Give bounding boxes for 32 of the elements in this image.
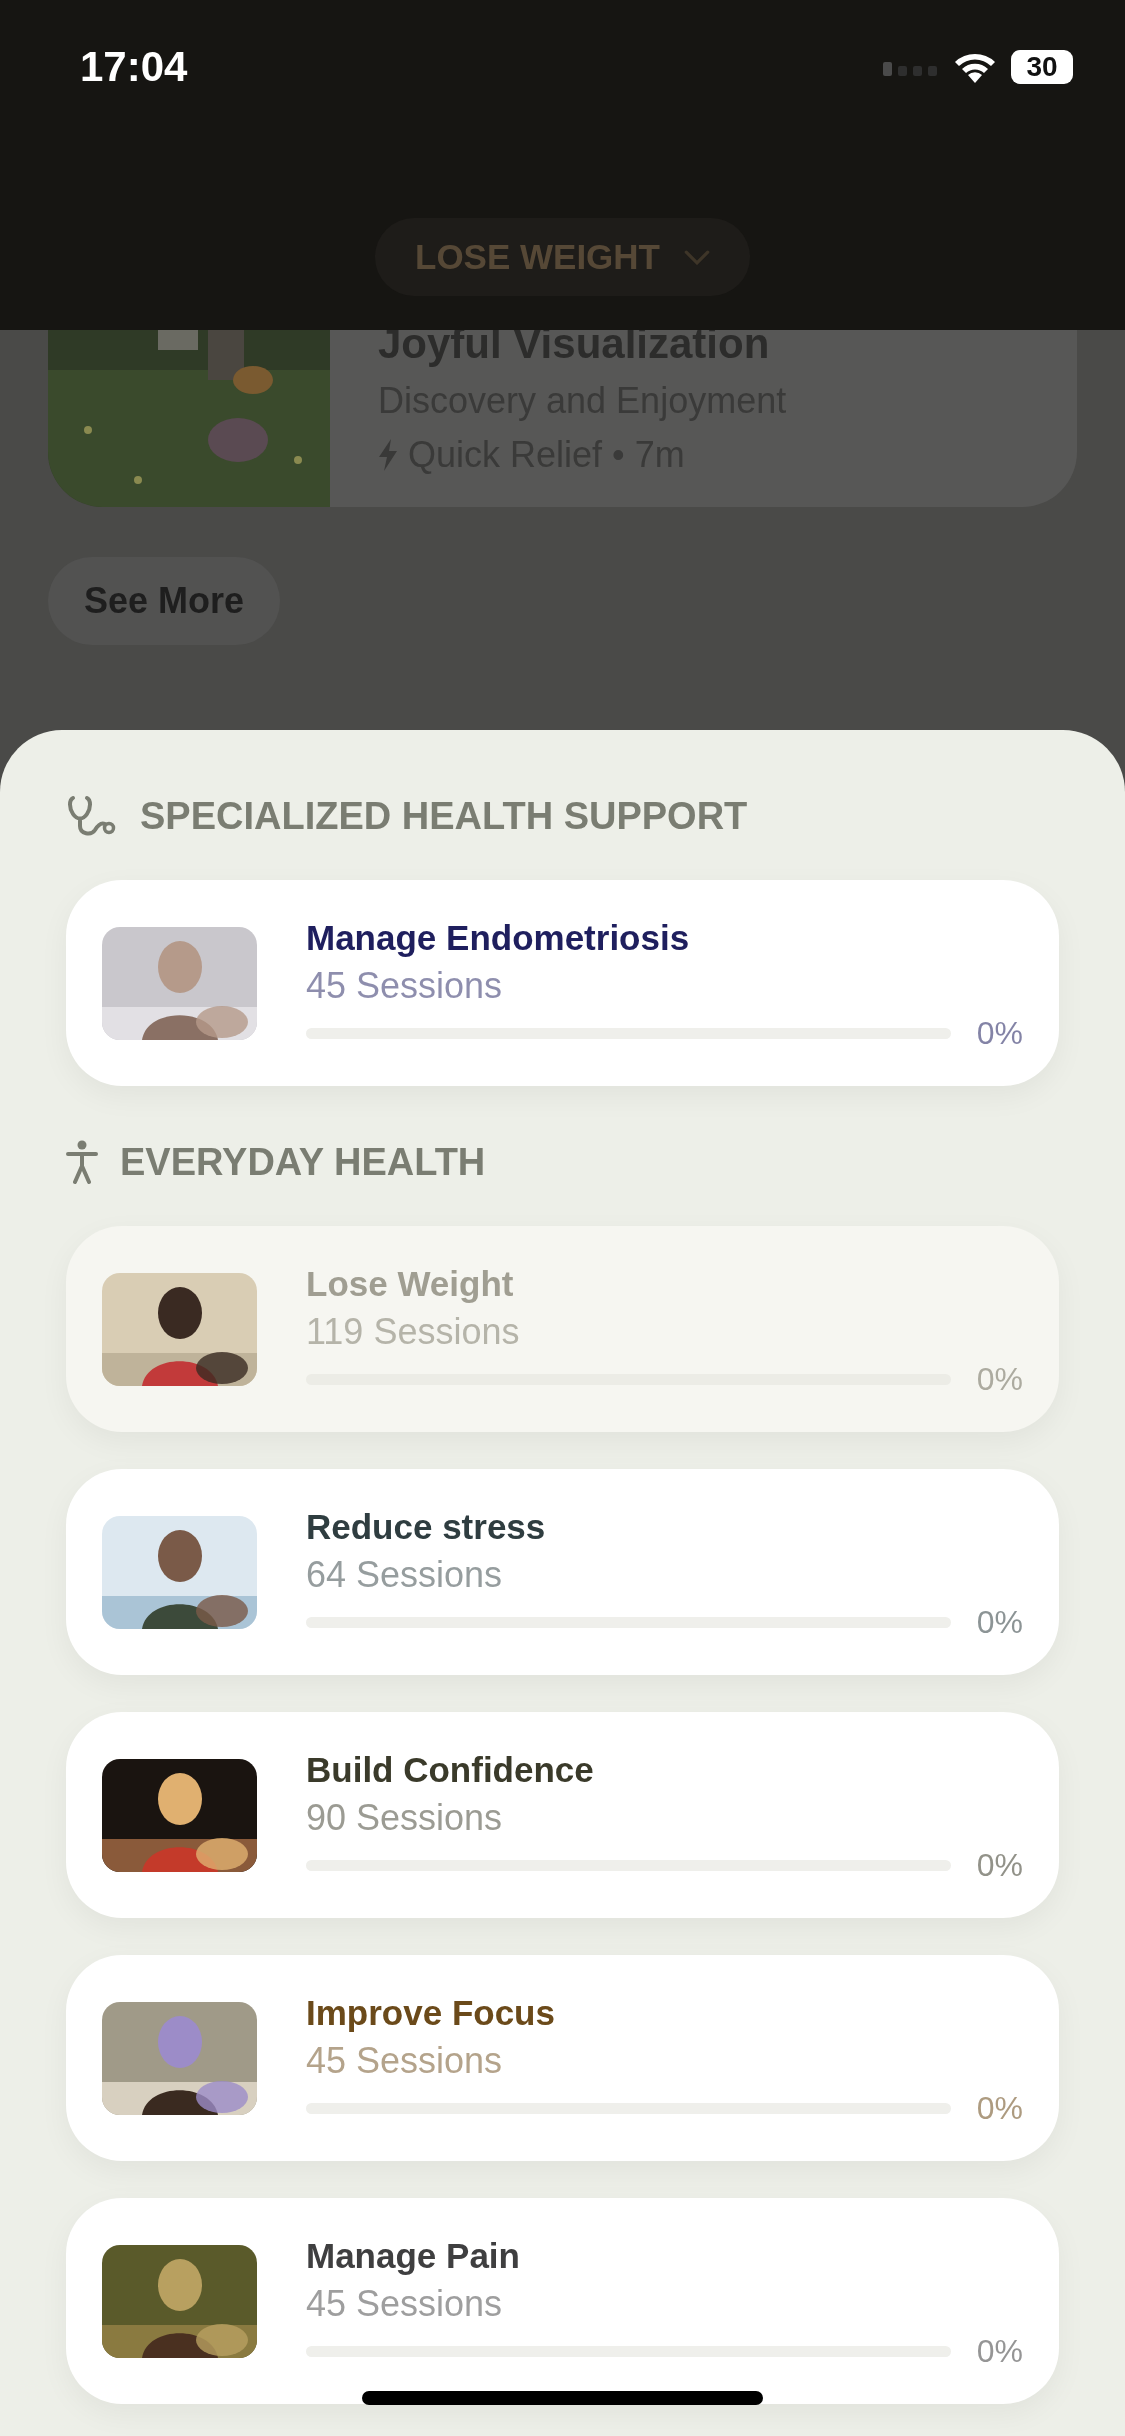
program-title: Improve Focus (306, 1991, 556, 2034)
progress-percent: 0% (976, 2089, 1023, 2127)
stethoscope-icon (66, 794, 118, 838)
program-card[interactable]: Improve Focus 45 Sessions 0% (66, 1955, 1059, 2161)
program-title: Reduce stress (306, 1505, 547, 1548)
progress-percent: 0% (976, 1603, 1023, 1641)
program-title: Lose Weight (306, 1262, 515, 1305)
program-title: Manage Endometriosis (306, 916, 691, 959)
section-title: EVERYDAY HEALTH (120, 1140, 486, 1184)
session-count: 119 Sessions (306, 1309, 521, 1354)
chevron-down-icon (684, 249, 710, 265)
lightning-icon (378, 439, 398, 471)
wifi-icon (953, 51, 997, 83)
program-card[interactable]: Manage Pain 45 Sessions 0% (66, 2198, 1059, 2404)
progress-percent: 0% (976, 1360, 1023, 1398)
progress-percent: 0% (976, 1846, 1023, 1884)
session-count: 90 Sessions (306, 1795, 504, 1840)
section-title: SPECIALIZED HEALTH SUPPORT (140, 794, 748, 838)
status-time: 17:04 (80, 43, 188, 91)
program-card[interactable]: Build Confidence 90 Sessions 0% (66, 1712, 1059, 1918)
program-card[interactable]: Manage Endometriosis 45 Sessions 0% (66, 880, 1059, 1086)
program-title: Manage Pain (306, 2234, 521, 2277)
progress-percent: 0% (976, 1014, 1023, 1052)
session-count: 64 Sessions (306, 1552, 504, 1597)
person-icon (66, 1140, 98, 1184)
session-count: 45 Sessions (306, 2281, 504, 2326)
session-count: 45 Sessions (306, 963, 504, 1008)
program-card[interactable]: Reduce stress 64 Sessions 0% (66, 1469, 1059, 1675)
battery-indicator: 30 (1011, 50, 1073, 84)
progress-percent: 0% (976, 2332, 1023, 2370)
program-title: Build Confidence (306, 1748, 595, 1791)
session-count: 45 Sessions (306, 2038, 504, 2083)
